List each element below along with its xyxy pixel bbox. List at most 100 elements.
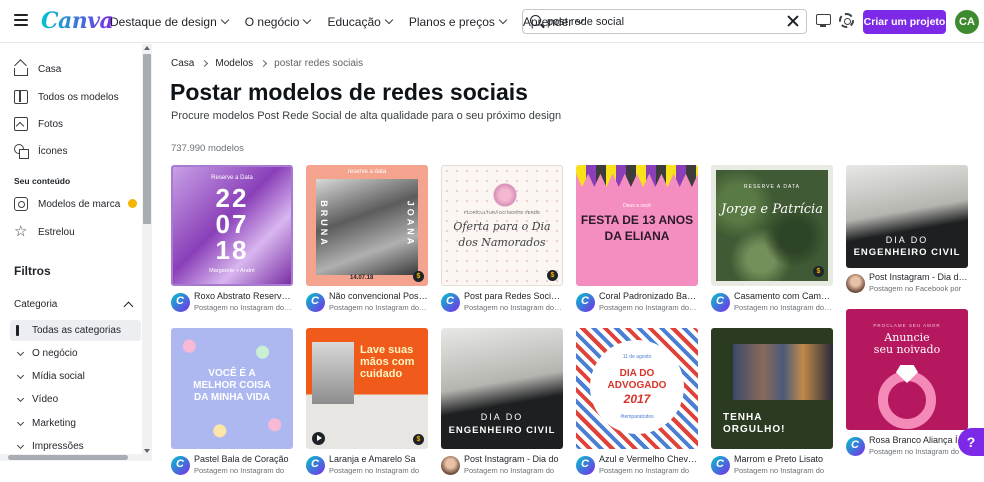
card-title[interactable]: Post Instagram - Dia do <box>464 454 563 464</box>
canva-creator-icon <box>711 293 730 312</box>
thumb-text: FESTA DE 13 ANOS <box>580 213 694 227</box>
thumb-text: VOCÊ É A <box>208 368 256 379</box>
nav-business[interactable]: O negócio <box>244 14 312 29</box>
scroll-down-arrow-icon[interactable] <box>144 449 150 453</box>
chevron-down-icon <box>16 348 25 357</box>
canva-creator-icon <box>576 456 595 475</box>
template-thumbnail[interactable]: 11 de agosto DIA DO ADVOGADO 2017 #tempa… <box>576 328 698 449</box>
category-business[interactable]: O negócio <box>10 343 141 364</box>
search-box <box>522 9 807 34</box>
home-icon <box>14 68 28 76</box>
nav-pricing[interactable]: Planos e preços <box>409 15 508 29</box>
sidebar-item-home[interactable]: Casa <box>14 63 61 76</box>
template-thumbnail[interactable]: DIA DO ENGENHEIRO CIVIL <box>441 328 563 449</box>
sidebar-item-photos[interactable]: Fotos <box>14 117 63 131</box>
sidebar-item-starred[interactable]: ☆ Estrelou <box>14 224 75 239</box>
template-thumbnail[interactable]: Deus a você FESTA DE 13 ANOS DA ELIANA <box>576 165 698 286</box>
search-icon <box>530 15 541 26</box>
card-title[interactable]: Laranja e Amarelo Sa <box>329 454 428 464</box>
category-item-label: O negócio <box>32 348 78 359</box>
thumb-text: DA ELIANA <box>604 229 670 243</box>
scrollbar-thumb[interactable] <box>143 54 151 224</box>
thumb-text: 11 de agosto <box>622 354 652 360</box>
crowd-photo <box>733 344 833 400</box>
sidebar-item-icons[interactable]: Ícones <box>14 144 67 159</box>
category-filter-toggle[interactable]: Categoria <box>14 299 136 312</box>
canva-creator-icon <box>711 456 730 475</box>
template-thumbnail[interactable]: reserve a data BRUNA JOANA 14.07.18 $ <box>306 165 428 286</box>
canva-creator-icon <box>171 293 190 312</box>
thumb-text: Reserve a Data <box>211 175 253 181</box>
thumb-text: 14.07.18 <box>350 275 374 281</box>
active-indicator <box>16 325 19 336</box>
template-thumbnail[interactable]: VOCÊ É A MELHOR COISA DA MINHA VIDA <box>171 328 293 449</box>
clear-search-icon[interactable] <box>786 14 800 28</box>
chevron-down-icon <box>384 15 394 25</box>
thumb-text: Margarete + André <box>209 268 255 274</box>
category-label: Categoria <box>14 299 58 310</box>
photo-icon <box>14 117 28 131</box>
canva-creator-icon <box>441 293 460 312</box>
card-title[interactable]: Post Instagram - Dia do Engenheiro <box>869 272 968 282</box>
main-content: Casa Modelos postar redes sociais Postar… <box>152 44 984 475</box>
pro-badge-icon: $ <box>413 434 424 445</box>
template-thumbnail[interactable]: Reserve a Data 22 07 18 Margarete + Andr… <box>171 165 293 286</box>
nav-education[interactable]: Educação <box>327 15 394 29</box>
card-title[interactable]: Casamento com Camuflagem <box>734 291 833 301</box>
category-social-media[interactable]: Mídia social <box>10 366 141 387</box>
template-thumbnail[interactable]: DIA DO ENGENHEIRO CIVIL <box>846 165 968 268</box>
sidebar-item-brand-templates[interactable]: Modelos de marca <box>14 197 120 211</box>
chevron-down-icon <box>16 371 25 380</box>
chevron-down-icon <box>303 15 312 25</box>
card-title[interactable]: Azul e Vermelho Chevron <box>599 454 698 464</box>
sidebar-item-all-templates[interactable]: Todos os modelos <box>14 90 119 104</box>
page-subtitle: Procure modelos Post Rede Social de alta… <box>171 110 562 122</box>
card-title[interactable]: Rosa Branco Aliança Ícone <box>869 435 968 445</box>
scrollbar-thumb[interactable] <box>8 455 128 460</box>
card-subtitle: Postagem no Instagram do <box>464 466 555 475</box>
thumb-text: ADVOGADO <box>607 380 667 391</box>
thumb-text: ENGENHEIRO CIVIL <box>448 425 556 436</box>
category-video[interactable]: Vídeo <box>10 389 141 410</box>
category-all[interactable]: Todas as categorias <box>10 320 141 341</box>
template-thumbnail[interactable]: PROCLAME SEU AMOR Anuncie seu noivado <box>846 309 968 430</box>
template-thumbnail[interactable]: TENHA ORGULHO! <box>711 328 833 449</box>
nav-label: O negócio <box>244 14 300 29</box>
card-subtitle: Postagem no Instagram do Aniversário <box>599 303 698 312</box>
thumb-text: cuidado <box>360 368 403 380</box>
user-avatar[interactable]: CA <box>955 10 979 34</box>
template-thumbnail[interactable]: FLORICULTURA DO MONTE VERDE Oferta para … <box>441 165 563 286</box>
card-subtitle: Postagem no Instagram do <box>329 466 420 475</box>
card-title[interactable]: Marrom e Preto Lisato <box>734 454 833 464</box>
thumb-text: Jorge e Patrícia <box>721 202 823 217</box>
card-meta: Coral Padronizado Banner Festa Postagem … <box>576 291 698 319</box>
create-project-button[interactable]: Criar um projeto <box>863 10 946 34</box>
scroll-up-arrow-icon[interactable] <box>144 46 150 50</box>
sidebar-horizontal-scrollbar[interactable] <box>0 454 142 461</box>
template-thumbnail[interactable]: RESERVE A DATA Jorge e Patrícia $ <box>711 165 833 286</box>
template-thumbnail[interactable]: Lave suas mãos com cuidado $ <box>306 328 428 449</box>
search-input[interactable] <box>547 13 777 31</box>
card-title[interactable]: Pastel Bala de Coração <box>194 454 293 464</box>
brand-icon <box>14 197 28 211</box>
breadcrumb-templates[interactable]: Modelos <box>215 58 253 69</box>
menu-icon[interactable] <box>14 14 28 28</box>
card-title[interactable]: Não convencional Post Reserve <box>329 291 428 301</box>
breadcrumb-home[interactable]: Casa <box>171 58 194 69</box>
nav-design-spotlight[interactable]: Destaque de design <box>110 15 229 29</box>
desktop-app-icon[interactable] <box>816 14 831 27</box>
card-subtitle: Postagem no Instagram do <box>599 466 690 475</box>
sidebar-scrollbar[interactable] <box>142 44 152 461</box>
card-meta: Rosa Branco Aliança Ícone Postagem no In… <box>846 435 968 463</box>
settings-gear-icon[interactable] <box>839 13 854 28</box>
help-button[interactable]: ? <box>958 428 984 456</box>
card-title[interactable]: Coral Padronizado Banner Festa <box>599 291 698 301</box>
canva-logo[interactable]: Canva <box>41 8 114 34</box>
category-marketing[interactable]: Marketing <box>10 413 141 434</box>
thumb-text: seu noivado <box>873 343 941 356</box>
card-title[interactable]: Roxo Abstrato Reserve a Data <box>194 291 293 301</box>
thumb-text: MELHOR COISA <box>193 380 271 391</box>
pro-badge-icon: $ <box>813 266 824 277</box>
thumb-text: DIA DO <box>885 235 929 245</box>
card-title[interactable]: Post para Redes Sociais Oferta <box>464 291 563 301</box>
